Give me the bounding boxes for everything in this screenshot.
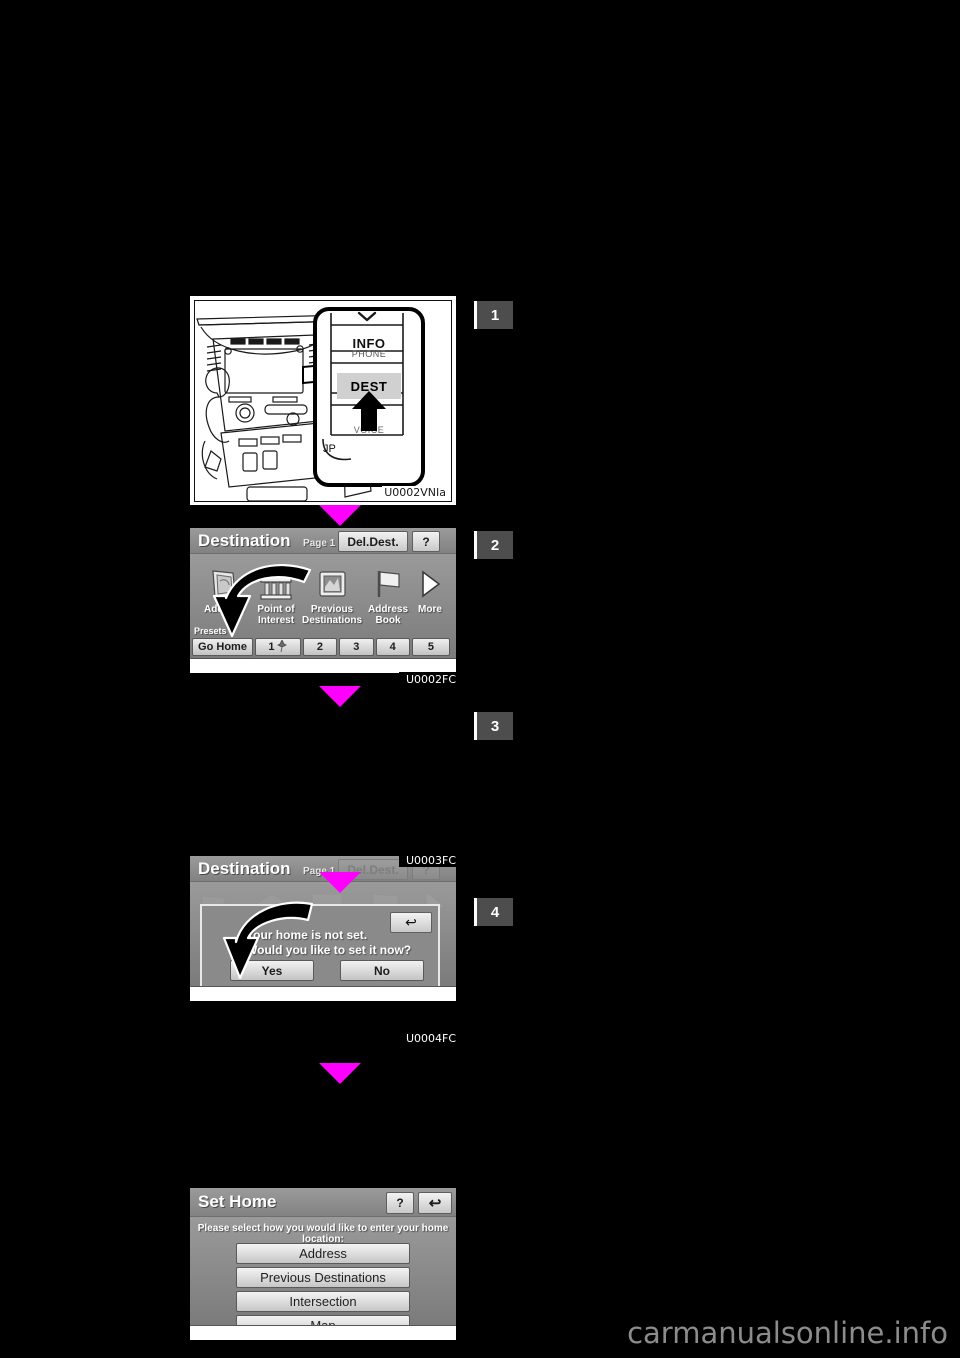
help-button[interactable]: ? xyxy=(412,531,440,552)
pointer-up-arrow-icon xyxy=(352,391,386,431)
label-more: More xyxy=(418,604,442,615)
flow-arrow-2 xyxy=(319,686,361,707)
set-home-option-previous-destinations[interactable]: Previous Destinations xyxy=(236,1267,410,1288)
panel-2-footer xyxy=(190,658,456,673)
panel-3-body: ↩ Your home is not set. Would you like t… xyxy=(190,882,456,988)
jp-button[interactable]: JP xyxy=(323,443,336,455)
preset-3[interactable]: 3 xyxy=(339,638,374,656)
phone-label: PHONE xyxy=(351,349,387,359)
destination-item-more[interactable]: More xyxy=(408,564,452,615)
flow-arrow-3 xyxy=(319,872,361,893)
step-badge-4: 4 xyxy=(474,898,513,926)
step-badge-2: 2 xyxy=(474,531,513,559)
panel-3-title: Destination xyxy=(198,859,291,878)
panel-2-body: Address Point ofInterest xyxy=(190,554,456,658)
panel-4-footer xyxy=(190,1325,456,1340)
preset-5[interactable]: 5 xyxy=(411,638,451,656)
preset-4[interactable]: 4 xyxy=(375,638,410,656)
pointer-curve-arrow-icon xyxy=(212,563,312,638)
button-callout: INFO PHONE DEST VOICE JP xyxy=(313,307,425,487)
figure-panel-4: Set Home ? ↩ Please select how you would… xyxy=(189,1187,457,1341)
info-phone-button[interactable]: INFO PHONE xyxy=(339,333,399,363)
set-home-prompt: Please select how you would like to ente… xyxy=(197,1223,449,1245)
flow-arrow-1 xyxy=(319,505,361,526)
set-home-option-address[interactable]: Address xyxy=(236,1243,410,1264)
figure-panel-1: INFO PHONE DEST VOICE JP U0002VNIa xyxy=(189,295,457,506)
panel-1-illustration: INFO PHONE DEST VOICE JP U0002VNIa xyxy=(194,300,452,502)
figure-code-1: U0002VNIa xyxy=(382,486,448,499)
figure-panel-2: Destination Page 1 Del.Dest. ? Address xyxy=(189,527,457,674)
panel-2-header: Destination Page 1 Del.Dest. ? xyxy=(190,528,456,554)
figure-code-3: U0003FC xyxy=(399,853,463,867)
step-badge-3: 3 xyxy=(474,712,513,740)
panel-4-body: Please select how you would like to ente… xyxy=(190,1217,456,1336)
flow-arrow-4 xyxy=(319,1063,361,1084)
help-button-4[interactable]: ? xyxy=(386,1192,414,1214)
panel-4-header: Set Home ? ↩ xyxy=(190,1188,456,1217)
set-home-option-intersection[interactable]: Intersection xyxy=(236,1291,410,1312)
manual-page: INFO PHONE DEST VOICE JP U0002VNIa 1 Des… xyxy=(0,0,960,1358)
pointer-curve-arrow-icon-2 xyxy=(222,901,314,980)
panel-4-title: Set Home xyxy=(198,1192,277,1211)
figure-code-4: U0004FC xyxy=(399,1031,463,1045)
dialog-no-button[interactable]: No xyxy=(340,960,424,981)
panel-3-footer xyxy=(190,986,456,1001)
panel-2-page-label: Page 1 xyxy=(303,538,336,549)
step-badge-1: 1 xyxy=(474,301,513,329)
more-arrow-icon xyxy=(408,564,452,604)
back-button-4[interactable]: ↩ xyxy=(418,1192,452,1214)
figure-code-2: U0002FC xyxy=(399,672,463,686)
del-dest-button[interactable]: Del.Dest. xyxy=(338,531,408,552)
panel-2-title: Destination xyxy=(198,531,291,550)
site-watermark: carmanualsonline.info xyxy=(627,1316,948,1350)
